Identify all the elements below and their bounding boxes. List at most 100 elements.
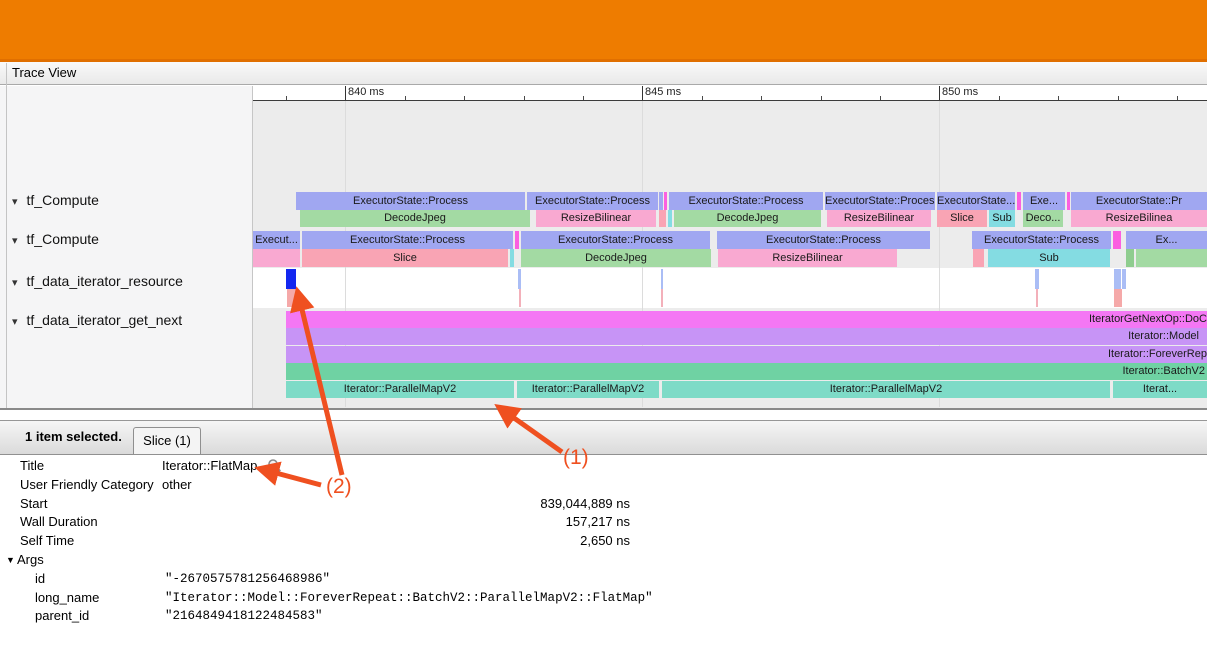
trace-slice[interactable] [1126,249,1134,267]
ruler-tick-minor [1058,96,1059,100]
trace-slice[interactable] [1136,249,1207,267]
trace-slice[interactable]: Sub [989,210,1015,227]
trace-slice[interactable] [1036,289,1038,307]
triangle-down-icon: ▼ [6,551,15,570]
trace-slice[interactable] [1017,192,1021,210]
trace-slice[interactable] [1067,192,1070,210]
track-row-iterator-get-next[interactable]: ▾tf_data_iterator_get_next [12,312,182,328]
trace-slice[interactable]: Ex... [1126,231,1207,249]
trace-slice[interactable] [659,210,666,227]
trace-slice[interactable]: ExecutorState... [937,192,1015,210]
trace-slice[interactable]: ExecutorState::Process [972,231,1111,249]
trace-slice[interactable]: ExecutorState::Process [296,192,525,210]
ruler-tick-minor [1118,96,1119,100]
ruler-tick-major: 840 ms [345,86,346,100]
trace-slice[interactable]: ResizeBilinear [718,249,897,267]
trace-slice[interactable]: Execut... [253,231,300,249]
trace-slice[interactable] [664,192,667,210]
trace-slice[interactable] [1114,289,1122,307]
arg-row: long_name"Iterator::Model::ForeverRepeat… [0,589,1207,608]
trace-slice[interactable]: Iterator::ParallelMapV2 [662,381,1110,399]
trace-slice[interactable]: Deco... [1023,210,1063,227]
trace-slice[interactable]: Exe... [1023,192,1065,210]
chevron-down-icon: ▾ [12,277,18,289]
trace-slice[interactable]: ExecutorState::Process [527,192,658,210]
ruler-tick-major: 845 ms [642,86,643,100]
trace-slice[interactable]: Iterator::ParallelMapV2 [286,381,514,399]
trace-slice[interactable]: ExecutorState::Process [521,231,710,249]
trace-slice[interactable]: ExecutorState::Process [669,192,823,210]
trace-slice[interactable] [668,210,672,227]
args-section-header[interactable]: ▼ Args [0,551,1207,570]
trace-slice[interactable] [286,269,296,289]
ruler-tick-minor [286,96,287,100]
detail-label: User Friendly Category [20,476,154,495]
trace-slice[interactable] [661,269,663,289]
track-label-panel: ▾tf_Compute ▾tf_Compute ▾tf_data_iterato… [0,86,253,408]
details-panel: TitleIterator::FlatMapUser Friendly Cate… [0,455,1207,664]
chevron-down-icon: ▾ [12,196,18,208]
trace-slice[interactable] [1114,269,1121,289]
track-row-tf-compute-2[interactable]: ▾tf_Compute [12,231,99,247]
trace-slice[interactable] [515,231,519,249]
trace-slice[interactable]: ExecutorState::Pr [1071,192,1207,210]
ruler-tick-minor [880,96,881,100]
trace-slice[interactable] [287,289,297,307]
trace-slice[interactable] [661,289,663,307]
trace-slice[interactable]: DecodeJpeg [521,249,711,267]
trace-slice[interactable]: Slice [302,249,508,267]
trace-slice[interactable]: Iterator::Model [286,328,1207,345]
ruler-tick-label: 840 ms [348,86,384,98]
trace-slice[interactable]: Slice [937,210,987,227]
ruler-tick-major: 850 ms [939,86,940,100]
ruler-tick-minor [999,96,1000,100]
trace-slice[interactable] [1035,269,1039,289]
detail-row: Start 839,044,889 ns [0,495,1207,514]
detail-value: 839,044,889 ns [162,495,630,514]
ruler-tick-label: 845 ms [645,86,681,98]
trace-slice[interactable]: ExecutorState::Process [825,192,935,210]
arg-value: "-2670575781256468986" [165,570,330,589]
trace-view-header: Trace View [0,62,1207,85]
chevron-down-icon: ▾ [12,235,18,247]
trace-slice[interactable]: ResizeBilinea [1071,210,1207,227]
trace-slice[interactable] [973,249,984,267]
ruler-tick-minor [821,96,822,100]
trace-slice[interactable] [510,249,514,267]
selection-status: 1 item selected. [25,421,122,453]
track-row-tf-compute-1[interactable]: ▾tf_Compute [12,192,99,208]
args-rows: id "-2670575781256468986"long_name"Iterat… [0,570,1207,626]
trace-slice[interactable]: Iterator::ParallelMapV2 [517,381,659,399]
detail-row: Self Time2,650 ns [0,532,1207,551]
trace-slice[interactable]: ExecutorState::Process [717,231,930,249]
panel-divider[interactable] [0,408,1207,421]
trace-slice[interactable]: ResizeBilinear [827,210,931,227]
detail-value: 2,650 ns [162,532,630,551]
trace-slice[interactable] [1113,231,1121,249]
trace-slice[interactable]: Iterator::BatchV2 [286,363,1207,380]
trace-slice[interactable]: Iterat... [1113,381,1207,399]
ruler-tick-minor [702,96,703,100]
detail-row: Wall Duration157,217 ns [0,513,1207,532]
trace-slice[interactable]: Sub [988,249,1110,267]
track-label-text: tf_data_iterator_resource [27,273,183,289]
arg-key: id [35,570,45,589]
trace-slice[interactable] [1122,269,1126,289]
trace-slice[interactable]: Iterator::ForeverRep [286,346,1207,363]
tab-slice[interactable]: Slice (1) [133,427,201,454]
trace-slice[interactable] [518,269,521,289]
time-ruler: 840 ms 845 ms 850 ms [253,86,1207,101]
details-header-bar: 1 item selected. Slice (1) [0,421,1207,455]
trace-slice[interactable] [253,249,300,267]
trace-slice[interactable]: DecodeJpeg [674,210,821,227]
ruler-tick-minor [1177,96,1178,100]
detail-label: Start [20,495,47,514]
trace-slice[interactable]: ExecutorState::Process [302,231,513,249]
trace-slice[interactable]: ResizeBilinear [536,210,656,227]
trace-slice[interactable] [659,192,663,210]
trace-slice[interactable] [519,289,521,307]
trace-slice[interactable]: IteratorGetNextOp::DoC [286,311,1207,328]
trace-slice[interactable]: DecodeJpeg [300,210,530,227]
detail-value: 157,217 ns [162,513,630,532]
track-row-iterator-resource[interactable]: ▾ tf_data_iterator_resource [12,273,183,289]
